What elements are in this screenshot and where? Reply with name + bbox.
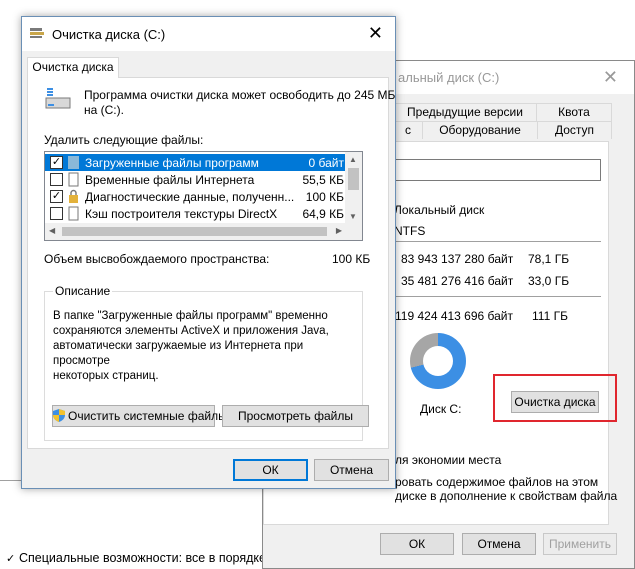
list-item[interactable]: ✓ Загруженные файлы программ 0 байт xyxy=(45,154,350,171)
vertical-scrollbar[interactable]: ▲ ▼ xyxy=(345,152,362,224)
folder-icon xyxy=(68,156,79,169)
close-icon[interactable]: ✕ xyxy=(603,67,618,88)
clean-system-files-label: Очистить системные файлы xyxy=(68,409,227,423)
scroll-thumb[interactable] xyxy=(62,227,327,236)
accessibility-status-label: Специальные возможности: все в порядке xyxy=(19,551,266,565)
scroll-down-icon[interactable]: ▼ xyxy=(349,212,357,221)
properties-tabs-bottom: с Оборудование Доступ xyxy=(393,121,612,139)
divider xyxy=(393,296,601,297)
free-size: 33,0 ГБ xyxy=(528,274,570,288)
description-group: Описание В папке "Загруженные файлы прог… xyxy=(44,284,369,441)
tab-previous-versions[interactable]: Предыдущие версии xyxy=(393,103,537,121)
cleanup-title: Очистка диска (C:) xyxy=(52,27,166,42)
cancel-button[interactable]: Отмена xyxy=(314,459,389,481)
index-checkbox-label-line2: диске в дополнение к свойствам файла xyxy=(395,489,618,503)
screen: { "background": { "status_text": "Специа… xyxy=(0,0,635,569)
used-size: 78,1 ГБ xyxy=(528,252,570,266)
scroll-thumb[interactable] xyxy=(348,168,359,190)
file-icon xyxy=(68,172,79,187)
index-checkbox-label: ровать содержимое файлов на этом xyxy=(395,475,599,489)
horizontal-scrollbar[interactable]: ◀ ▶ xyxy=(45,223,362,240)
divider xyxy=(393,241,601,242)
cancel-button[interactable]: Отмена xyxy=(462,533,536,555)
properties-title: альный диск (C:) xyxy=(398,70,500,85)
file-size: 55,5 КБ xyxy=(302,173,344,187)
disk-usage-chart xyxy=(410,333,466,389)
lock-icon xyxy=(69,189,78,203)
file-size: 64,9 КБ xyxy=(302,207,344,221)
cleanup-titlebar: Очистка диска (C:) ✕ xyxy=(22,17,395,51)
checkmark-icon: ✓ xyxy=(6,553,16,565)
compress-checkbox-label: ля экономии места xyxy=(395,453,502,467)
file-size: 0 байт xyxy=(308,156,344,170)
drive-name-input[interactable] xyxy=(393,159,601,181)
description-text: В папке "Загруженные файлы программ" вре… xyxy=(53,310,329,382)
scroll-right-icon[interactable]: ▶ xyxy=(336,226,342,235)
disk-cleanup-icon xyxy=(30,28,44,38)
used-bytes: 83 943 137 280 байт xyxy=(401,252,514,266)
list-item[interactable]: Временные файлы Интернета 55,5 КБ xyxy=(45,171,350,188)
file-icon xyxy=(68,206,79,221)
list-item[interactable]: ✓ Диагностические данные, полученн... 10… xyxy=(45,188,350,205)
scroll-left-icon[interactable]: ◀ xyxy=(49,226,55,235)
drive-type-value: Локальный диск xyxy=(394,203,485,217)
file-name: Кэш построителя текстуры DirectX xyxy=(85,207,278,221)
shield-icon xyxy=(53,409,65,422)
checkbox[interactable]: ✓ xyxy=(50,156,63,169)
filesystem-value: NTFS xyxy=(394,224,426,238)
view-files-button[interactable]: Просмотреть файлы xyxy=(222,405,369,427)
freed-space-label: Объем высвобождаемого пространства: xyxy=(44,252,270,266)
list-item[interactable]: Кэш построителя текстуры DirectX 64,9 КБ xyxy=(45,205,350,222)
tab-sharing[interactable]: Доступ xyxy=(537,121,612,139)
checkbox[interactable]: ✓ xyxy=(50,190,63,203)
accessibility-status: ✓ Специальные возможности: все в порядке xyxy=(6,551,266,565)
close-icon[interactable]: ✕ xyxy=(368,23,383,44)
checkbox[interactable] xyxy=(50,173,63,186)
tab-hardware[interactable]: Оборудование xyxy=(422,121,538,139)
tab-partial[interactable]: с xyxy=(393,121,423,139)
ok-button[interactable]: ОК xyxy=(380,533,454,555)
scroll-up-icon[interactable]: ▲ xyxy=(349,155,357,164)
drive-icon xyxy=(45,88,71,109)
disk-cleanup-window: Очистка диска (C:) ✕ Очистка диска Прогр… xyxy=(21,16,396,489)
cleanup-panel: Программа очистки диска может освободить… xyxy=(27,77,395,449)
checkbox[interactable] xyxy=(50,207,63,220)
free-bytes: 35 481 276 416 байт xyxy=(401,274,514,288)
freed-space-value: 100 КБ xyxy=(332,252,371,266)
delete-files-label: Удалить следующие файлы: xyxy=(44,133,204,147)
file-name: Временные файлы Интернета xyxy=(85,173,255,187)
description-legend: Описание xyxy=(53,284,113,298)
tab-disk-cleanup[interactable]: Очистка диска xyxy=(27,57,119,78)
ok-button[interactable]: ОК xyxy=(233,459,308,481)
file-list[interactable]: ✓ Загруженные файлы программ 0 байт Врем… xyxy=(44,151,363,241)
tab-quota[interactable]: Квота xyxy=(536,103,612,121)
file-size: 100 КБ xyxy=(305,190,344,204)
highlight-box xyxy=(493,374,617,422)
file-name: Диагностические данные, полученн... xyxy=(85,190,295,204)
clean-system-files-button[interactable]: Очистить системные файлы xyxy=(52,405,227,427)
apply-button[interactable]: Применить xyxy=(543,533,617,555)
drive-caption: Диск C: xyxy=(420,402,462,416)
capacity-size: 111 ГБ xyxy=(532,309,568,323)
capacity-bytes: 119 424 413 696 байт xyxy=(395,309,514,323)
properties-tabs-top: Предыдущие версии Квота xyxy=(393,103,612,121)
intro-text-line1: Программа очистки диска может освободить… xyxy=(84,88,396,102)
intro-text-line2: на (C:). xyxy=(84,103,124,117)
file-name: Загруженные файлы программ xyxy=(85,156,259,170)
